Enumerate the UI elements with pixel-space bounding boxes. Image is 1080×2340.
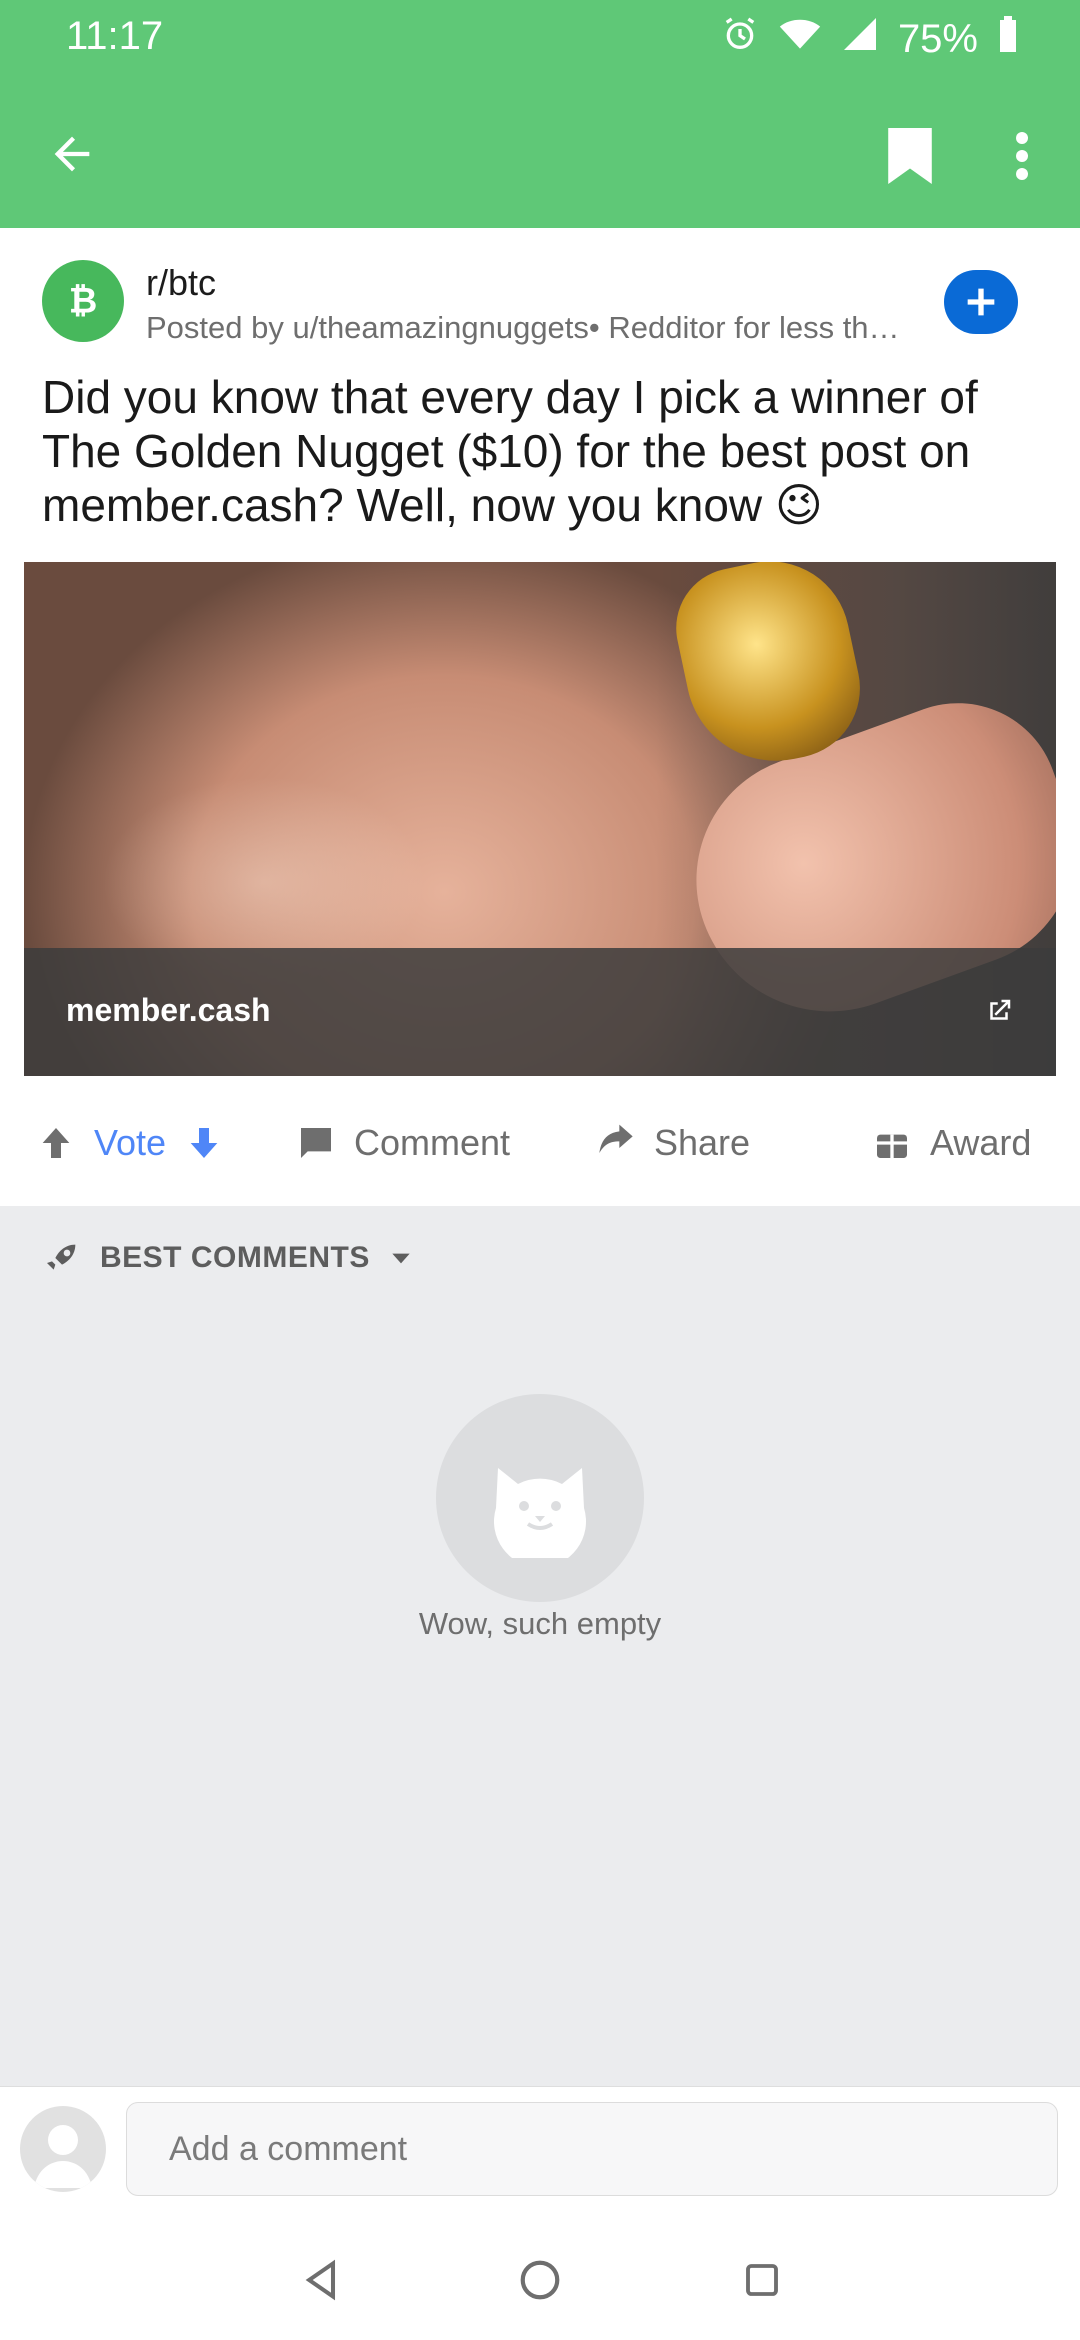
plus-icon: [967, 288, 995, 316]
vote-label: Vote: [94, 1122, 167, 1163]
award-button[interactable]: Award: [872, 1122, 1031, 1164]
comments-section: [0, 1206, 1080, 2086]
cat-icon: [494, 1468, 586, 1558]
signal-icon: [840, 14, 880, 64]
comment-sort-dropdown[interactable]: BEST COMMENTS: [42, 1238, 414, 1278]
preview-caption: member.cash: [24, 948, 1056, 1076]
square-recents-icon: [746, 2264, 778, 2296]
sort-label: BEST COMMENTS: [100, 1241, 370, 1274]
subreddit-icon[interactable]: ₿: [42, 260, 124, 342]
external-link-icon: [982, 994, 1016, 1028]
battery-icon: [996, 14, 1020, 64]
wifi-icon: [778, 14, 822, 64]
empty-state-illustration: [436, 1394, 644, 1602]
nav-back-button[interactable]: [292, 2250, 352, 2310]
add-comment-input[interactable]: [126, 2102, 1058, 2196]
award-label: Award: [930, 1122, 1032, 1163]
empty-state-text: Wow, such empty: [418, 1606, 662, 1641]
status-time: 11:17: [66, 14, 164, 58]
more-vertical-icon: [1016, 132, 1028, 180]
share-icon: [599, 1124, 633, 1153]
alarm-icon: [720, 14, 760, 64]
comment-button[interactable]: Comment: [296, 1122, 510, 1164]
rocket-icon: [47, 1244, 76, 1270]
vote-control: Vote: [36, 1122, 224, 1164]
gift-icon: [877, 1134, 907, 1158]
avatar[interactable]: [20, 2106, 106, 2192]
bitcoin-icon: ₿: [59, 277, 107, 325]
posted-by[interactable]: Posted by u/theamazingnuggets• Redditor …: [146, 310, 926, 346]
downvote-icon[interactable]: [184, 1123, 224, 1163]
battery-percent: 75%: [897, 16, 978, 61]
back-arrow-icon: [54, 136, 90, 172]
subreddit-name[interactable]: r/btc: [146, 262, 216, 304]
nav-recents-button[interactable]: [732, 2250, 792, 2310]
link-preview[interactable]: member.cash: [24, 562, 1056, 1076]
nav-home-button[interactable]: [510, 2250, 570, 2310]
status-icons: 75%: [720, 14, 1020, 64]
comment-icon: [301, 1128, 331, 1158]
chevron-down-icon: [392, 1253, 410, 1264]
circle-home-icon: [520, 2260, 560, 2300]
bookmark-icon: [888, 128, 932, 184]
user-icon: [34, 2125, 92, 2188]
upvote-icon[interactable]: [36, 1123, 76, 1163]
bookmark-button[interactable]: [880, 124, 940, 188]
join-button[interactable]: [944, 270, 1018, 334]
post-title: Did you know that every day I pick a win…: [42, 371, 978, 531]
share-button[interactable]: Share: [596, 1122, 750, 1164]
link-domain: member.cash: [66, 992, 271, 1028]
share-label: Share: [654, 1122, 751, 1163]
back-button[interactable]: [40, 122, 104, 186]
comment-label: Comment: [354, 1122, 511, 1163]
svg-text:₿: ₿: [69, 282, 98, 322]
triangle-back-icon: [305, 2259, 336, 2301]
more-options-button[interactable]: [1000, 124, 1044, 188]
